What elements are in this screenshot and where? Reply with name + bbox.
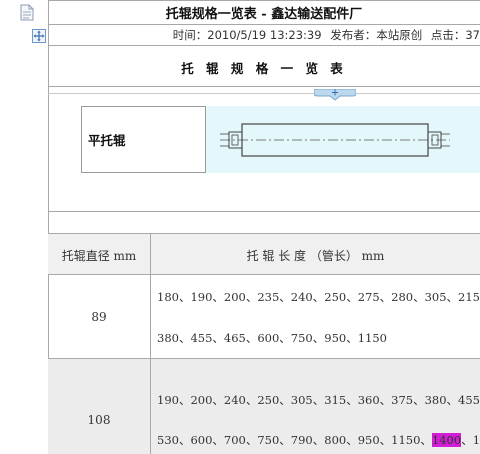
table-subtitle: 托 辊 规 格 一 览 表 xyxy=(181,61,347,76)
length-values: 180、190、200、235、240、250、275、280、305、215、… xyxy=(157,290,480,304)
table-row-diameter: 108 xyxy=(48,359,151,454)
product-label: 平托辊 xyxy=(88,133,126,148)
flat-roller-drawing xyxy=(220,123,450,157)
divider xyxy=(48,93,480,94)
diameter-value: 108 xyxy=(87,413,111,427)
length-values: 530、600、700、750、790、800、950、1150、1400、16… xyxy=(157,432,480,448)
column-header: 托辊直径 mm xyxy=(48,233,151,275)
article-title: 托辊规格一览表 - 鑫达输送配件厂 xyxy=(165,7,363,22)
length-values: 190、200、240、250、305、315、360、375、380、455、… xyxy=(157,393,480,407)
table-row-lengths: 190、200、240、250、305、315、360、375、380、455、… xyxy=(151,359,480,454)
diameter-value: 89 xyxy=(91,310,107,324)
column-header: 托 辊 长 度 （管长） mm xyxy=(151,233,480,275)
article-meta: 时间：2010/5/19 13:23:39 发布者：本站原创 点击：37 xyxy=(48,27,480,43)
click-count: 点击：37 xyxy=(430,28,480,42)
column-header-label: 托 辊 长 度 （管长） mm xyxy=(246,249,385,263)
publish-time: 时间：2010/5/19 13:23:39 xyxy=(172,28,322,42)
length-values: 380、455、465、600、750、950、1150 xyxy=(157,331,387,345)
column-header-label: 托辊直径 mm xyxy=(61,249,137,263)
divider xyxy=(48,45,480,46)
move-handle-icon[interactable] xyxy=(32,29,46,43)
highlighted-value: 1400 xyxy=(431,433,462,447)
divider xyxy=(48,211,480,212)
table-row-diameter: 89 xyxy=(48,275,151,359)
divider xyxy=(48,0,480,1)
divider xyxy=(48,86,480,87)
publisher: 发布者：本站原创 xyxy=(330,28,423,42)
length-values-part: 、1600 xyxy=(461,433,480,447)
expand-toggle-icon[interactable] xyxy=(314,89,356,101)
table-row-lengths: 180、190、200、235、240、250、275、280、305、215、… xyxy=(151,275,480,359)
spec-table: 托辊直径 mm 托 辊 长 度 （管长） mm 89 180、190、200、2… xyxy=(48,233,480,454)
document-icon xyxy=(20,4,34,21)
length-values-part: 530、600、700、750、790、800、950、1150、 xyxy=(157,433,432,447)
divider xyxy=(48,24,480,25)
